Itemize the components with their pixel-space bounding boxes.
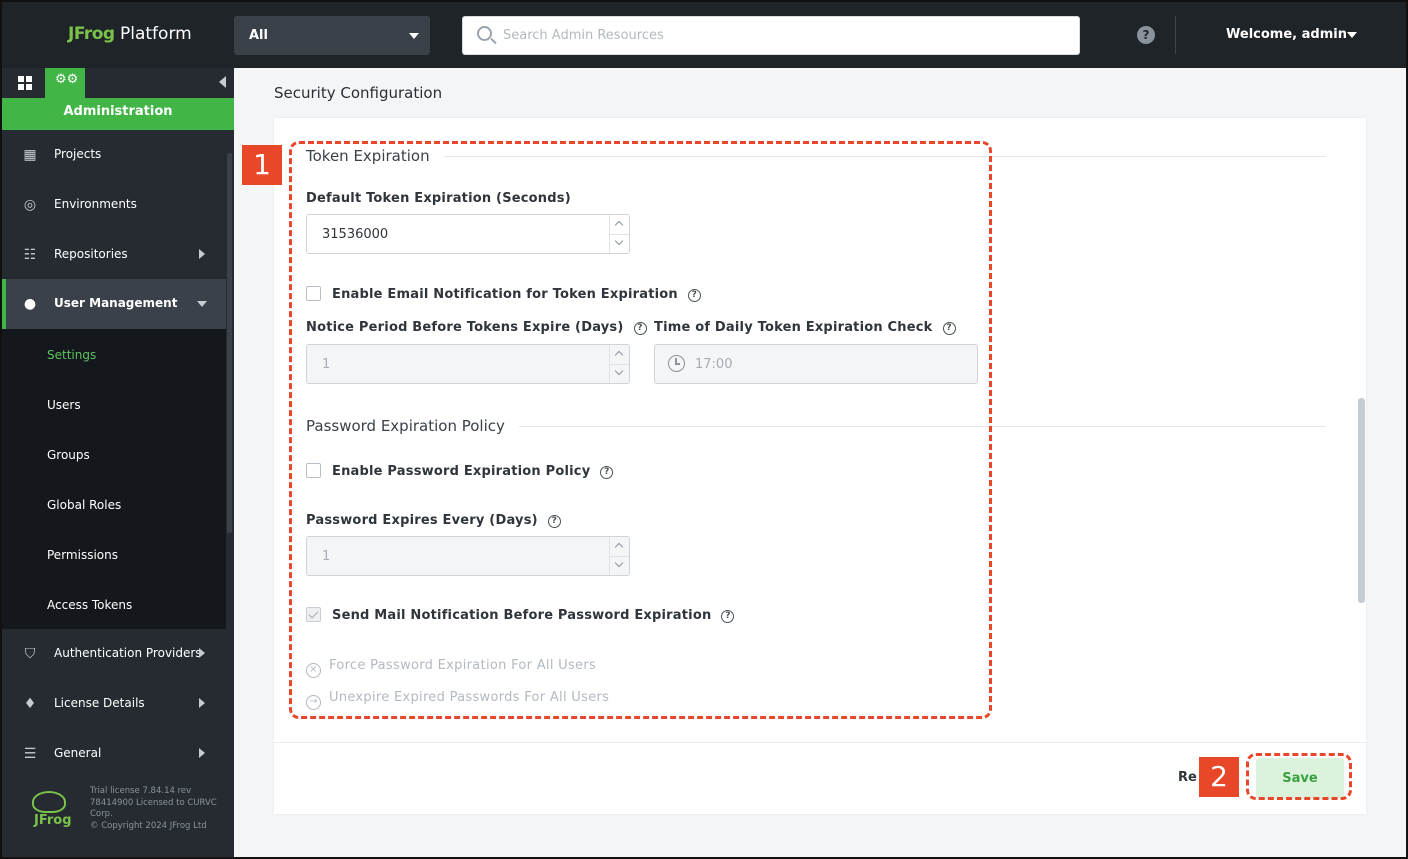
chevron-right-icon: [199, 748, 205, 758]
sidebar-item-label: Authentication Providers: [54, 646, 202, 660]
frog-icon: [32, 791, 66, 813]
chevron-right-icon: [199, 698, 205, 708]
search-icon: [477, 26, 492, 41]
sidebar-item-authentication-providers[interactable]: ⛉ Authentication Providers: [2, 629, 226, 679]
collapse-sidebar-icon[interactable]: [219, 76, 226, 88]
repositories-icon: ☷: [23, 247, 37, 263]
license-line: Trial license 7.84.14 rev: [90, 786, 192, 796]
subnav-groups[interactable]: Groups: [47, 448, 90, 462]
chevron-down-icon: [409, 33, 419, 39]
sidebar-item-label: Projects: [54, 147, 102, 161]
footer-divider: [274, 742, 1366, 743]
user-menu[interactable]: Welcome, admin: [1226, 27, 1347, 42]
subnav-global-roles[interactable]: Global Roles: [47, 498, 121, 512]
subnav-settings[interactable]: Settings: [47, 348, 96, 362]
sidebar-item-label: General: [54, 746, 102, 760]
app-window: JFrog Platform All ? Welcome, admin ⚙⚙ A…: [0, 0, 1408, 859]
sidebar-item-label: Repositories: [54, 247, 128, 261]
search-input[interactable]: [503, 17, 1063, 54]
jfrog-frog-logo: JFrog: [30, 791, 72, 831]
chevron-down-icon[interactable]: [1347, 32, 1357, 38]
sidebar-item-environments[interactable]: ◎ Environments: [2, 180, 226, 230]
license-line: Corp.: [90, 809, 113, 819]
admin-tab[interactable]: ⚙⚙: [45, 68, 85, 98]
sidebar-item-label: License Details: [54, 696, 145, 710]
search-box[interactable]: [462, 16, 1080, 55]
license-line: 78414900 Licensed to CURVC: [90, 797, 217, 808]
scope-select[interactable]: All: [234, 16, 430, 55]
top-bar: JFrog Platform All ? Welcome, admin: [2, 2, 1406, 68]
sidebar-item-label: User Management: [54, 296, 178, 310]
jfrog-logo[interactable]: JFrog Platform: [68, 24, 192, 44]
annotation-box-2: [1246, 753, 1352, 800]
administration-header: Administration: [2, 98, 234, 130]
annotation-badge-1: 1: [242, 145, 282, 185]
top-divider: [1175, 16, 1176, 54]
copyright-line: © Copyright 2024 JFrog Ltd: [90, 820, 207, 831]
frog-logo-text: JFrog: [34, 813, 72, 828]
environments-icon: ◎: [23, 197, 37, 213]
sidebar-item-general[interactable]: ☰ General: [2, 729, 226, 779]
main-scrollbar[interactable]: [1358, 398, 1365, 603]
sidebar-tabs: ⚙⚙: [2, 68, 234, 98]
sidebar-item-projects[interactable]: ▦ Projects: [2, 130, 226, 180]
chevron-down-icon: [197, 301, 207, 307]
sidebar-scrollbar[interactable]: [227, 153, 232, 533]
subnav-users[interactable]: Users: [47, 398, 81, 412]
grid-icon[interactable]: [18, 76, 32, 90]
projects-icon: ▦: [23, 147, 37, 163]
subnav-permissions[interactable]: Permissions: [47, 548, 118, 562]
reset-button[interactable]: Re: [1178, 770, 1197, 785]
license-info: Trial license 7.84.14 rev 78414900 Licen…: [90, 786, 225, 832]
sliders-icon: ☰: [23, 746, 37, 762]
user-icon: ●: [23, 296, 37, 312]
logo-product: Platform: [120, 24, 192, 44]
logo-brand: JFrog: [68, 24, 115, 44]
chevron-right-icon: [199, 249, 205, 259]
annotation-badge-2: 2: [1199, 757, 1239, 797]
page-title: Security Configuration: [274, 84, 443, 102]
award-icon: ♦: [23, 696, 37, 712]
sidebar-item-license-details[interactable]: ♦ License Details: [2, 679, 226, 729]
help-icon[interactable]: ?: [1137, 26, 1155, 44]
sidebar-item-label: Environments: [54, 197, 137, 211]
gears-icon: ⚙⚙: [55, 72, 79, 87]
sidebar-item-user-management[interactable]: ● User Management: [2, 279, 226, 329]
shield-icon: ⛉: [24, 646, 36, 662]
scope-select-value: All: [249, 28, 268, 43]
annotation-box-1: [289, 141, 992, 719]
subnav-access-tokens[interactable]: Access Tokens: [47, 598, 132, 612]
sidebar-item-repositories[interactable]: ☷ Repositories: [2, 230, 226, 280]
chevron-right-icon: [199, 648, 205, 658]
sidebar: ⚙⚙ Administration ▦ Projects ◎ Environme…: [2, 68, 234, 857]
user-management-subnav: Settings Users Groups Global Roles Permi…: [2, 329, 226, 629]
